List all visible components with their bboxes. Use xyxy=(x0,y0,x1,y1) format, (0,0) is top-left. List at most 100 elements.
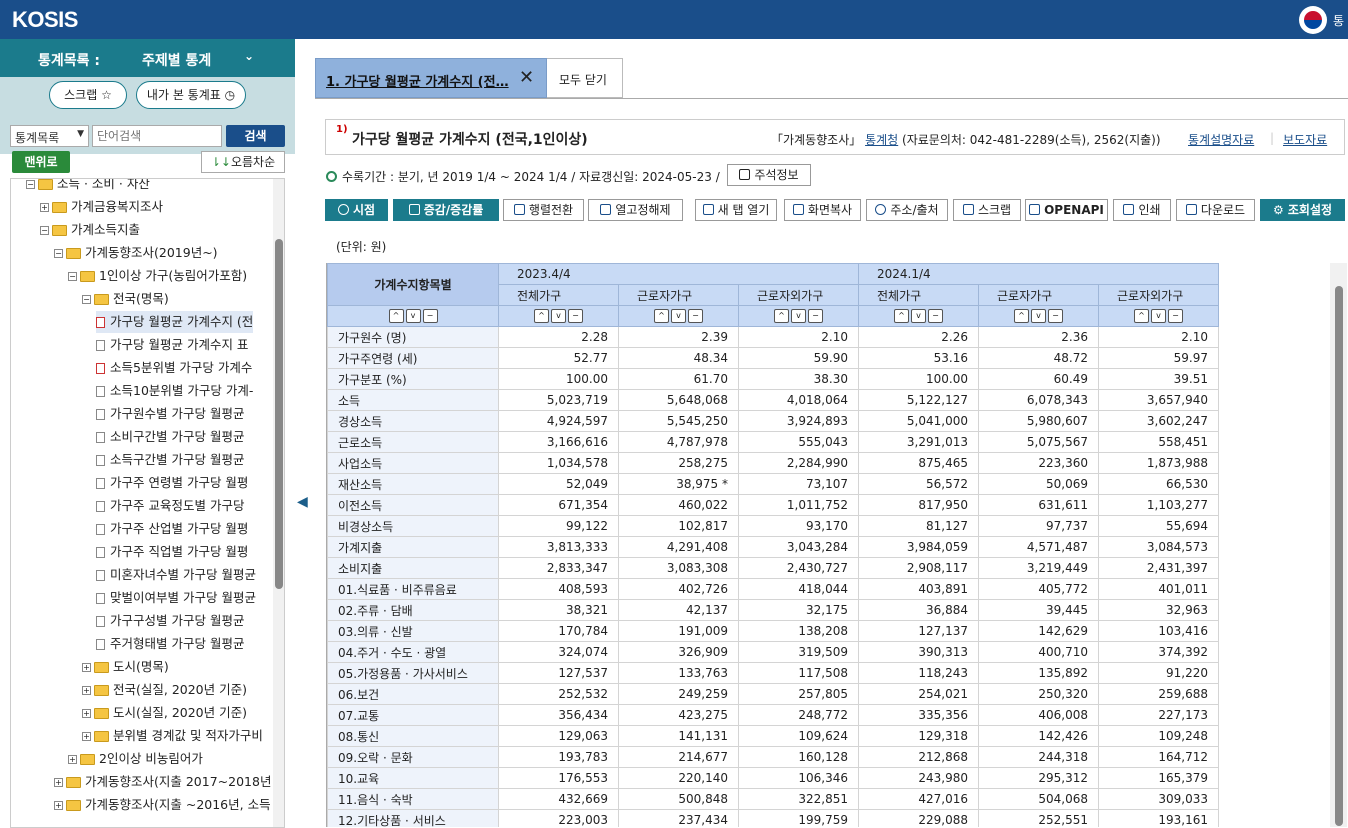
data-cell[interactable]: 406,008 xyxy=(978,704,1099,726)
data-cell[interactable]: 223,003 xyxy=(498,809,619,827)
sort-up-icon[interactable]: ^ xyxy=(1014,309,1029,324)
data-cell[interactable]: 5,041,000 xyxy=(858,410,979,432)
data-cell[interactable]: 427,016 xyxy=(858,788,979,810)
data-cell[interactable]: 56,572 xyxy=(858,473,979,495)
data-cell[interactable]: 432,669 xyxy=(498,788,619,810)
data-cell[interactable]: 127,137 xyxy=(858,620,979,642)
row-label[interactable]: 가구분포 (%) xyxy=(327,368,499,390)
collapse-node-icon[interactable]: − xyxy=(26,180,35,189)
row-label[interactable]: 사업소득 xyxy=(327,452,499,474)
data-cell[interactable]: 322,851 xyxy=(738,788,859,810)
data-cell[interactable]: 93,170 xyxy=(738,515,859,537)
print-button[interactable]: 인쇄 xyxy=(1113,199,1171,221)
data-cell[interactable]: 223,360 xyxy=(978,452,1099,474)
data-cell[interactable]: 817,950 xyxy=(858,494,979,516)
data-cell[interactable]: 254,021 xyxy=(858,683,979,705)
data-cell[interactable]: 138,208 xyxy=(738,620,859,642)
data-cell[interactable]: 3,813,333 xyxy=(498,536,619,558)
remove-column-icon[interactable]: − xyxy=(568,309,583,324)
collapse-node-icon[interactable]: − xyxy=(68,272,77,281)
data-cell[interactable]: 59.97 xyxy=(1098,347,1219,369)
sort-down-icon[interactable]: v xyxy=(671,309,686,324)
row-label[interactable]: 11.음식 · 숙박 xyxy=(327,788,499,810)
expand-node-icon[interactable]: + xyxy=(54,778,63,787)
data-cell[interactable]: 237,434 xyxy=(618,809,739,827)
tree-node[interactable]: − 1인이상 가구(농림어가포함) xyxy=(68,265,247,287)
data-cell[interactable]: 3,043,284 xyxy=(738,536,859,558)
data-cell[interactable]: 100.00 xyxy=(858,368,979,390)
data-cell[interactable]: 250,320 xyxy=(978,683,1099,705)
data-cell[interactable]: 6,078,343 xyxy=(978,389,1099,411)
data-cell[interactable]: 295,312 xyxy=(978,767,1099,789)
data-cell[interactable]: 36,884 xyxy=(858,599,979,621)
data-cell[interactable]: 2.10 xyxy=(738,326,859,348)
tree-node[interactable]: 가구원수별 가구당 월평균 xyxy=(96,403,244,425)
sort-ascending-button[interactable]: ⇂↓오름차순 xyxy=(201,151,285,173)
data-cell[interactable]: 309,033 xyxy=(1098,788,1219,810)
period-button[interactable]: 시점 xyxy=(325,199,388,221)
tree-node[interactable]: +2인이상 비농림어가 xyxy=(68,748,203,770)
data-cell[interactable]: 160,128 xyxy=(738,746,859,768)
tree-node[interactable]: 소득10분위별 가구당 가계- xyxy=(96,380,253,402)
data-cell[interactable]: 252,532 xyxy=(498,683,619,705)
period-header[interactable]: 2024.1/4 xyxy=(858,263,1219,285)
row-label[interactable]: 08.통신 xyxy=(327,725,499,747)
expand-node-icon[interactable]: + xyxy=(54,801,63,810)
data-cell[interactable]: 1,011,752 xyxy=(738,494,859,516)
remove-column-icon[interactable]: − xyxy=(1048,309,1063,324)
collapse-sidebar-icon[interactable]: ◀ xyxy=(297,494,308,510)
sort-up-icon[interactable]: ^ xyxy=(534,309,549,324)
data-cell[interactable]: 2,833,347 xyxy=(498,557,619,579)
row-label[interactable]: 소비지출 xyxy=(327,557,499,579)
data-cell[interactable]: 52,049 xyxy=(498,473,619,495)
column-header[interactable]: 근로자가구 xyxy=(618,284,739,306)
screen-copy-button[interactable]: 화면복사 xyxy=(784,199,861,221)
data-cell[interactable]: 5,648,068 xyxy=(618,389,739,411)
data-cell[interactable]: 165,379 xyxy=(1098,767,1219,789)
tab-table[interactable]: 1. 가구당 월평균 가계수지 (전… ✕ xyxy=(315,58,547,98)
data-cell[interactable]: 2,284,990 xyxy=(738,452,859,474)
tree-node[interactable]: + 가계금융복지조사 xyxy=(40,196,163,218)
data-cell[interactable]: 460,022 xyxy=(618,494,739,516)
row-label[interactable]: 06.보건 xyxy=(327,683,499,705)
tree-node[interactable]: + 전국(실질, 2020년 기준) xyxy=(82,679,247,701)
data-cell[interactable]: 199,759 xyxy=(738,809,859,827)
data-cell[interactable]: 59.90 xyxy=(738,347,859,369)
collapse-node-icon[interactable]: − xyxy=(82,295,91,304)
data-cell[interactable]: 99,122 xyxy=(498,515,619,537)
data-cell[interactable]: 103,416 xyxy=(1098,620,1219,642)
period-header[interactable]: 2023.4/4 xyxy=(498,263,859,285)
tree-node[interactable]: + 가계동향조사(지출 2017~2018년 xyxy=(54,771,271,793)
data-cell[interactable]: 48.34 xyxy=(618,347,739,369)
data-cell[interactable]: 258,275 xyxy=(618,452,739,474)
data-cell[interactable]: 97,737 xyxy=(978,515,1099,537)
data-cell[interactable]: 3,984,059 xyxy=(858,536,979,558)
tree-node[interactable]: 소득구간별 가구당 월평균 xyxy=(96,449,244,471)
unfreeze-columns-button[interactable]: 열고정해제 xyxy=(588,199,683,221)
remove-column-icon[interactable]: − xyxy=(1168,309,1183,324)
url-source-button[interactable]: 주소/출처 xyxy=(866,199,948,221)
data-cell[interactable]: 504,068 xyxy=(978,788,1099,810)
expand-node-icon[interactable]: + xyxy=(82,663,91,672)
stat-description-link[interactable]: 통계설명자료 xyxy=(1188,131,1254,148)
data-cell[interactable]: 39.51 xyxy=(1098,368,1219,390)
column-header[interactable]: 근로자가구 xyxy=(978,284,1099,306)
tree-node[interactable]: 가구주 연령별 가구당 월평 xyxy=(96,472,248,494)
data-cell[interactable]: 374,392 xyxy=(1098,641,1219,663)
tree-node[interactable]: 소득5분위별 가구당 가계수 xyxy=(96,357,252,379)
data-cell[interactable]: 229,088 xyxy=(858,809,979,827)
data-cell[interactable]: 48.72 xyxy=(978,347,1099,369)
row-label[interactable]: 가구원수 (명) xyxy=(327,326,499,348)
row-label[interactable]: 05.가정용품 · 가사서비스 xyxy=(327,662,499,684)
press-release-link[interactable]: 보도자료 xyxy=(1283,131,1327,148)
data-cell[interactable]: 91,220 xyxy=(1098,662,1219,684)
tree-node[interactable]: − 가계소득지출 xyxy=(40,219,140,241)
tree-scrollbar-thumb[interactable] xyxy=(275,239,283,589)
change-rate-button[interactable]: 증감/증감률 xyxy=(393,199,499,221)
chevron-down-icon[interactable]: ⌄ xyxy=(244,49,254,63)
expand-node-icon[interactable]: + xyxy=(82,732,91,741)
data-cell[interactable]: 100.00 xyxy=(498,368,619,390)
row-label[interactable]: 비경상소득 xyxy=(327,515,499,537)
search-button[interactable]: 검색 xyxy=(226,125,285,147)
tree-node[interactable]: + 도시(명목) xyxy=(82,656,169,678)
